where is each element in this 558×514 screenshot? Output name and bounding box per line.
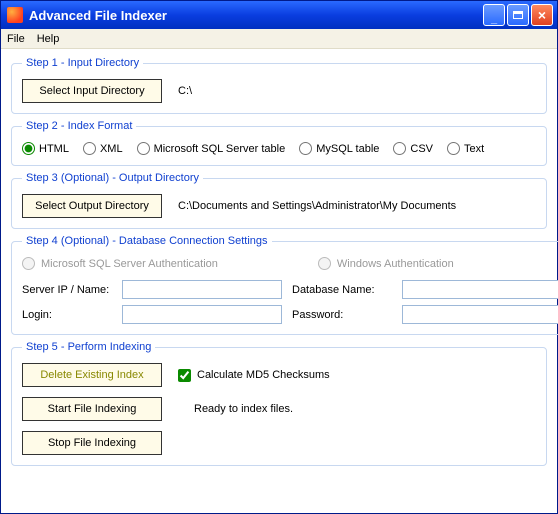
menu-file[interactable]: File (7, 33, 25, 45)
auth-win-text: Windows Authentication (337, 258, 454, 270)
step4-legend: Step 4 (Optional) - Database Connection … (22, 235, 272, 247)
md5-text: Calculate MD5 Checksums (197, 369, 330, 381)
md5-checkbox-label[interactable]: Calculate MD5 Checksums (178, 369, 330, 382)
window-title: Advanced File Indexer (29, 8, 483, 23)
db-input[interactable] (402, 280, 558, 299)
step3-group: Step 3 (Optional) - Output Directory Sel… (11, 172, 547, 229)
radio-mysql[interactable] (299, 142, 312, 155)
server-label: Server IP / Name: (22, 284, 112, 296)
radio-html-text: HTML (39, 143, 69, 155)
radio-mssql-text: Microsoft SQL Server table (154, 143, 286, 155)
radio-csv-label[interactable]: CSV (393, 142, 433, 155)
radio-csv-text: CSV (410, 143, 433, 155)
step2-group: Step 2 - Index Format HTML XML Microsoft… (11, 120, 547, 166)
app-icon (7, 7, 23, 23)
radio-mssql[interactable] (137, 142, 150, 155)
stop-indexing-button[interactable]: Stop File Indexing (22, 431, 162, 455)
pass-label: Password: (292, 309, 392, 321)
close-button[interactable]: × (531, 4, 553, 26)
radio-text-label[interactable]: Text (447, 142, 484, 155)
auth-win-label[interactable]: Windows Authentication (318, 257, 454, 270)
input-dir-path: C:\ (178, 85, 192, 97)
db-label: Database Name: (292, 284, 392, 296)
delete-index-button[interactable]: Delete Existing Index (22, 363, 162, 387)
step2-legend: Step 2 - Index Format (22, 120, 136, 132)
radio-text-text: Text (464, 143, 484, 155)
md5-checkbox[interactable] (178, 369, 191, 382)
radio-xml[interactable] (83, 142, 96, 155)
output-dir-path: C:\Documents and Settings\Administrator\… (178, 200, 456, 212)
status-message: Ready to index files. (194, 403, 293, 415)
step5-legend: Step 5 - Perform Indexing (22, 341, 155, 353)
titlebar: Advanced File Indexer _ × (1, 1, 557, 29)
menu-help[interactable]: Help (37, 33, 60, 45)
step1-group: Step 1 - Input Directory Select Input Di… (11, 57, 547, 114)
radio-mysql-text: MySQL table (316, 143, 379, 155)
login-label: Login: (22, 309, 112, 321)
select-input-dir-button[interactable]: Select Input Directory (22, 79, 162, 103)
select-output-dir-button[interactable]: Select Output Directory (22, 194, 162, 218)
step4-group: Step 4 (Optional) - Database Connection … (11, 235, 558, 335)
step1-legend: Step 1 - Input Directory (22, 57, 143, 69)
auth-sql-text: Microsoft SQL Server Authentication (41, 258, 218, 270)
start-indexing-button[interactable]: Start File Indexing (22, 397, 162, 421)
auth-sql-label[interactable]: Microsoft SQL Server Authentication (22, 257, 218, 270)
maximize-button[interactable] (507, 4, 529, 26)
pass-input[interactable] (402, 305, 558, 324)
radio-xml-label[interactable]: XML (83, 142, 123, 155)
login-input[interactable] (122, 305, 282, 324)
step5-group: Step 5 - Perform Indexing Delete Existin… (11, 341, 547, 466)
minimize-button[interactable]: _ (483, 4, 505, 26)
menubar: File Help (1, 29, 557, 49)
radio-auth-win[interactable] (318, 257, 331, 270)
radio-mssql-label[interactable]: Microsoft SQL Server table (137, 142, 286, 155)
radio-csv[interactable] (393, 142, 406, 155)
step3-legend: Step 3 (Optional) - Output Directory (22, 172, 203, 184)
server-input[interactable] (122, 280, 282, 299)
radio-html-label[interactable]: HTML (22, 142, 69, 155)
radio-text[interactable] (447, 142, 460, 155)
radio-html[interactable] (22, 142, 35, 155)
radio-xml-text: XML (100, 143, 123, 155)
radio-mysql-label[interactable]: MySQL table (299, 142, 379, 155)
radio-auth-sql[interactable] (22, 257, 35, 270)
